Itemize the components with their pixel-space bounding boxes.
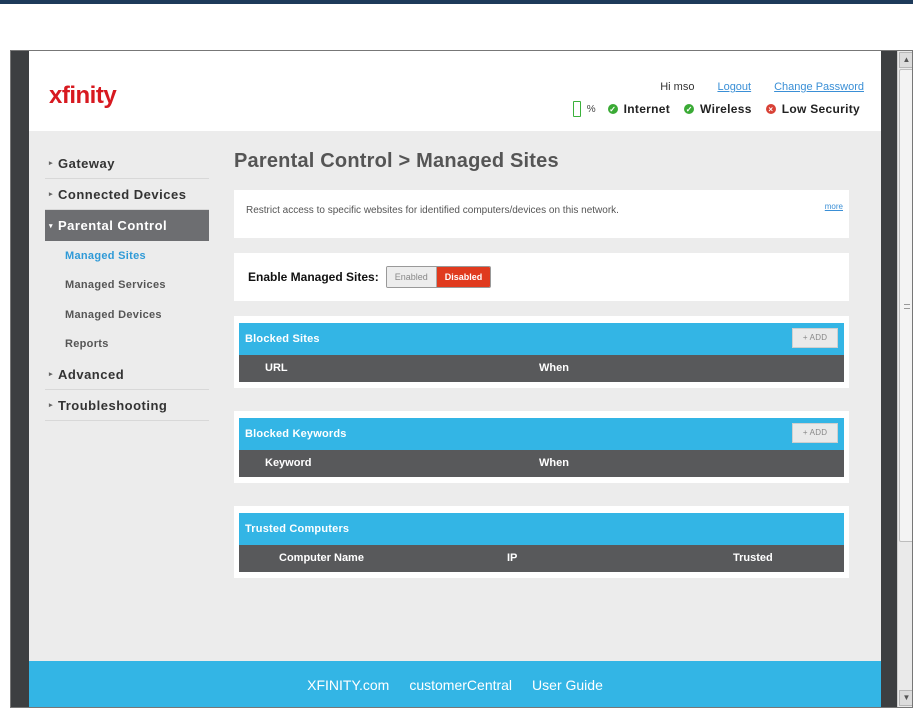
caret-right-icon: ▸ xyxy=(49,371,54,378)
enable-label: Enable Managed Sites: xyxy=(248,270,379,284)
check-icon: ✓ xyxy=(684,104,695,114)
change-password-link[interactable]: Change Password xyxy=(774,81,864,93)
blocked-sites-header: Blocked Sites + ADD xyxy=(239,323,844,355)
xfinity-logo[interactable]: xfinity xyxy=(49,82,117,110)
sidebar-subitem-managed-devices[interactable]: Managed Devices xyxy=(45,300,209,330)
scroll-down-icon[interactable]: ▼ xyxy=(899,690,912,706)
sidebar-subitem-reports[interactable]: Reports xyxy=(45,330,209,360)
caret-right-icon: ▸ xyxy=(49,160,54,167)
description-card: Restrict access to specific websites for… xyxy=(234,190,849,238)
column-header-url: URL xyxy=(265,362,288,374)
greeting: Hi mso xyxy=(660,81,695,93)
battery-percent: % xyxy=(586,103,596,115)
trusted-computers-columns: Computer Name IP Trusted xyxy=(239,545,844,572)
frame-right xyxy=(881,51,897,707)
caret-right-icon: ▸ xyxy=(49,402,54,409)
blocked-sites-columns: URL When xyxy=(239,355,844,382)
sidebar-item-label: Advanced xyxy=(58,366,125,382)
grip-icon xyxy=(904,304,910,309)
warning-icon: × xyxy=(765,104,776,114)
blocked-sites-title: Blocked Sites xyxy=(245,333,320,345)
add-blocked-keyword-button[interactable]: + ADD xyxy=(792,423,838,443)
sidebar-item-label: Connected Devices xyxy=(58,186,187,202)
blocked-keywords-header: Blocked Keywords + ADD xyxy=(239,418,844,450)
footer-link-customer-central[interactable]: customerCentral xyxy=(409,677,512,693)
check-icon: ✓ xyxy=(607,104,618,114)
page-title: Parental Control > Managed Sites xyxy=(234,150,559,172)
browser-window: xfinity Hi mso Logout Change Password % … xyxy=(10,50,913,708)
sidebar-item-gateway[interactable]: ▸ Gateway xyxy=(45,148,209,179)
trusted-computers-header: Trusted Computers xyxy=(239,513,844,545)
battery-icon xyxy=(572,101,581,117)
toggle-disabled-option[interactable]: Disabled xyxy=(436,267,491,287)
frame-left xyxy=(11,51,29,707)
logout-link[interactable]: Logout xyxy=(717,81,751,93)
status-security[interactable]: Low Security xyxy=(782,102,860,116)
enable-card: Enable Managed Sites: Enabled Disabled xyxy=(234,253,849,301)
sidebar-item-label: Troubleshooting xyxy=(58,397,168,413)
header: xfinity Hi mso Logout Change Password % … xyxy=(29,51,881,131)
sidebar-item-label: Parental Control xyxy=(58,218,168,233)
description-text: Restrict access to specific websites for… xyxy=(246,205,619,216)
trusted-computers-card: Trusted Computers Computer Name IP Trust… xyxy=(234,506,849,578)
blocked-keywords-title: Blocked Keywords xyxy=(245,428,347,440)
status-row: % ✓ Internet ✓ Wireless × Low Security xyxy=(572,101,860,117)
sidebar-item-label: Gateway xyxy=(58,155,115,171)
page: xfinity Hi mso Logout Change Password % … xyxy=(29,51,881,707)
column-header-when: When xyxy=(539,362,569,374)
blocked-keywords-columns: Keyword When xyxy=(239,450,844,477)
sidebar: ▸ Gateway ▸ Connected Devices ▾ Parental… xyxy=(45,148,209,421)
sidebar-item-troubleshooting[interactable]: ▸ Troubleshooting xyxy=(45,390,209,421)
status-wireless: Wireless xyxy=(700,102,752,116)
add-blocked-site-button[interactable]: + ADD xyxy=(792,328,838,348)
column-header-keyword: Keyword xyxy=(265,457,312,469)
column-header-when: When xyxy=(539,457,569,469)
user-row: Hi mso Logout Change Password xyxy=(660,81,864,93)
blocked-keywords-card: Blocked Keywords + ADD Keyword When xyxy=(234,411,849,483)
top-border xyxy=(0,0,913,4)
column-header-computer-name: Computer Name xyxy=(279,552,364,564)
more-link[interactable]: more xyxy=(825,202,843,211)
enable-toggle[interactable]: Enabled Disabled xyxy=(385,266,492,288)
blocked-sites-card: Blocked Sites + ADD URL When xyxy=(234,316,849,388)
toggle-enabled-option[interactable]: Enabled xyxy=(386,267,437,287)
column-header-ip: IP xyxy=(507,552,518,564)
sidebar-item-parental-control[interactable]: ▾ Parental Control xyxy=(45,210,209,241)
footer-link-xfinity[interactable]: XFINITY.com xyxy=(307,677,389,693)
main-content: Parental Control > Managed Sites Restric… xyxy=(234,145,849,578)
sidebar-subitem-managed-services[interactable]: Managed Services xyxy=(45,271,209,301)
sidebar-subitem-managed-sites[interactable]: Managed Sites xyxy=(45,241,209,271)
footer: XFINITY.com customerCentral User Guide xyxy=(29,661,881,707)
footer-link-user-guide[interactable]: User Guide xyxy=(532,677,603,693)
scroll-up-icon[interactable]: ▲ xyxy=(899,52,912,68)
sidebar-item-advanced[interactable]: ▸ Advanced xyxy=(45,359,209,390)
caret-down-icon: ▾ xyxy=(49,222,54,230)
status-internet: Internet xyxy=(623,102,671,116)
caret-right-icon: ▸ xyxy=(49,191,54,198)
sidebar-item-connected-devices[interactable]: ▸ Connected Devices xyxy=(45,179,209,210)
scroll-thumb[interactable] xyxy=(899,69,912,542)
column-header-trusted: Trusted xyxy=(733,552,773,564)
vertical-scrollbar[interactable]: ▲ ▼ xyxy=(897,51,912,707)
trusted-computers-title: Trusted Computers xyxy=(245,523,350,535)
